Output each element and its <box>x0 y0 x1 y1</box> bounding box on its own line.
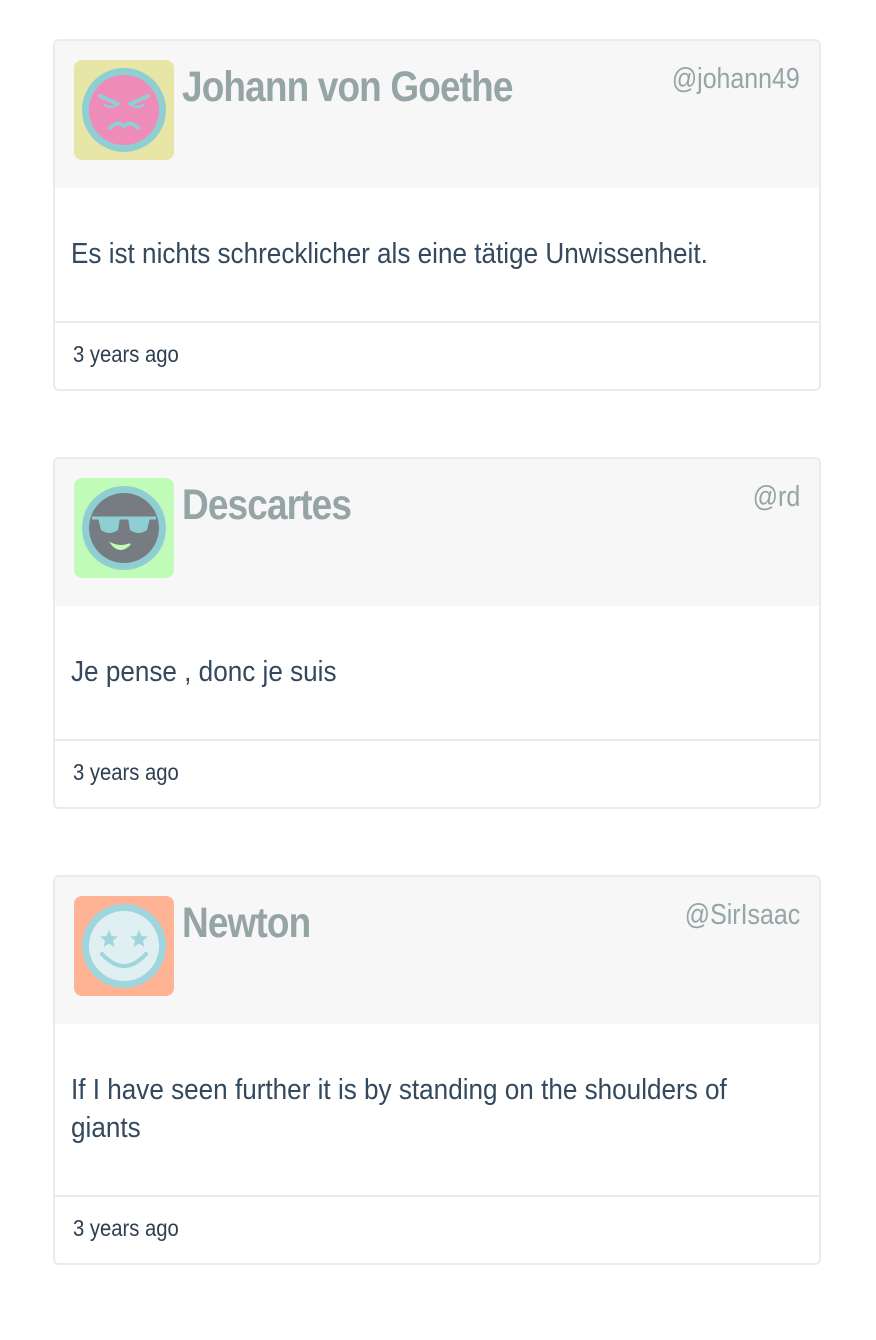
post-card: Johann von Goethe @johann49 Es ist nicht… <box>53 39 821 391</box>
author-handle[interactable]: @SirIsaac <box>685 899 800 932</box>
post-text: Es ist nichts schrecklicher als eine tät… <box>71 238 708 270</box>
post-footer: 3 years ago <box>55 741 819 807</box>
post-feed: Johann von Goethe @johann49 Es ist nicht… <box>53 39 821 1331</box>
post-timestamp: 3 years ago <box>73 759 179 785</box>
author-handle[interactable]: @rd <box>752 481 800 514</box>
author-name[interactable]: Newton <box>182 899 311 948</box>
avatar[interactable] <box>74 478 174 578</box>
angry-face-icon <box>74 60 174 160</box>
post-timestamp: 3 years ago <box>73 1215 179 1241</box>
author-handle[interactable]: @johann49 <box>672 63 800 96</box>
post-timestamp: 3 years ago <box>73 341 179 367</box>
author-name[interactable]: Descartes <box>182 481 352 530</box>
post-text: If I have seen further it is by standing… <box>71 1074 727 1144</box>
post-footer: 3 years ago <box>55 323 819 389</box>
post-card: Descartes @rd Je pense , donc je suis 3 … <box>53 457 821 809</box>
star-eyes-face-icon <box>74 896 174 996</box>
post-text: Je pense , donc je suis <box>71 656 337 688</box>
post-header: Johann von Goethe @johann49 <box>55 41 819 188</box>
post-body: Es ist nichts schrecklicher als eine tät… <box>55 188 819 323</box>
post-body: Je pense , donc je suis <box>55 606 819 741</box>
post-header: Newton @SirIsaac <box>55 877 819 1024</box>
post-card: Newton @SirIsaac If I have seen further … <box>53 875 821 1265</box>
avatar[interactable] <box>74 60 174 160</box>
post-footer: 3 years ago <box>55 1197 819 1263</box>
author-name[interactable]: Johann von Goethe <box>182 63 513 112</box>
post-header: Descartes @rd <box>55 459 819 606</box>
post-body: If I have seen further it is by standing… <box>55 1024 819 1197</box>
sunglasses-face-icon <box>74 478 174 578</box>
avatar[interactable] <box>74 896 174 996</box>
